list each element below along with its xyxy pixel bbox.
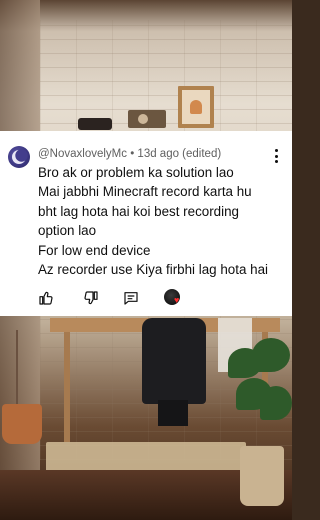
reply-button[interactable] xyxy=(122,289,140,307)
radio-speaker xyxy=(138,114,148,124)
office-chair-base xyxy=(158,400,188,426)
picture-frame-art xyxy=(190,100,202,114)
monstera-plant xyxy=(222,338,292,448)
comment-meta: @NovaxlovelyMc • 13d ago (edited) xyxy=(38,148,222,160)
reply-icon xyxy=(124,292,138,305)
more-dot xyxy=(274,154,278,158)
left-plant-pot xyxy=(2,404,42,444)
comment-line: bht lag hota hai koi best recording xyxy=(38,203,239,219)
thumbs-up-icon xyxy=(39,291,53,305)
desk-leg-left xyxy=(64,332,70,442)
thumbs-down-icon xyxy=(84,291,98,305)
like-button[interactable] xyxy=(37,289,55,307)
comment-line: Az recorder use Kiya firbhi lag hota hai xyxy=(38,262,268,278)
comment-card: @NovaxlovelyMc • 13d ago (edited) Bro ak… xyxy=(0,131,292,316)
dislike-button[interactable] xyxy=(82,289,100,307)
user-avatar[interactable] xyxy=(8,146,30,168)
office-chair xyxy=(142,318,206,404)
picture-frame xyxy=(178,86,214,128)
comment-text: Bro ak or problem ka solution lao Mai ja… xyxy=(38,163,284,279)
plant-leaf xyxy=(252,338,290,372)
plant-leaf xyxy=(260,386,292,420)
shelf-object xyxy=(78,118,112,130)
comment-line: Bro ak or problem ka solution lao xyxy=(38,165,234,180)
more-dot xyxy=(274,149,278,152)
creator-heart-icon: ♥ xyxy=(174,295,180,305)
comment-line: Mai jabbhi Minecraft record karta hu xyxy=(38,184,252,200)
comment-line: For low end device xyxy=(38,242,151,258)
radio-object xyxy=(128,110,166,128)
crescent-moon-icon xyxy=(12,149,28,164)
picture-frame-inner xyxy=(182,90,210,124)
plant-pot xyxy=(240,446,284,506)
comment-line: option lao xyxy=(38,223,97,239)
more-vertical-icon[interactable] xyxy=(272,148,280,164)
